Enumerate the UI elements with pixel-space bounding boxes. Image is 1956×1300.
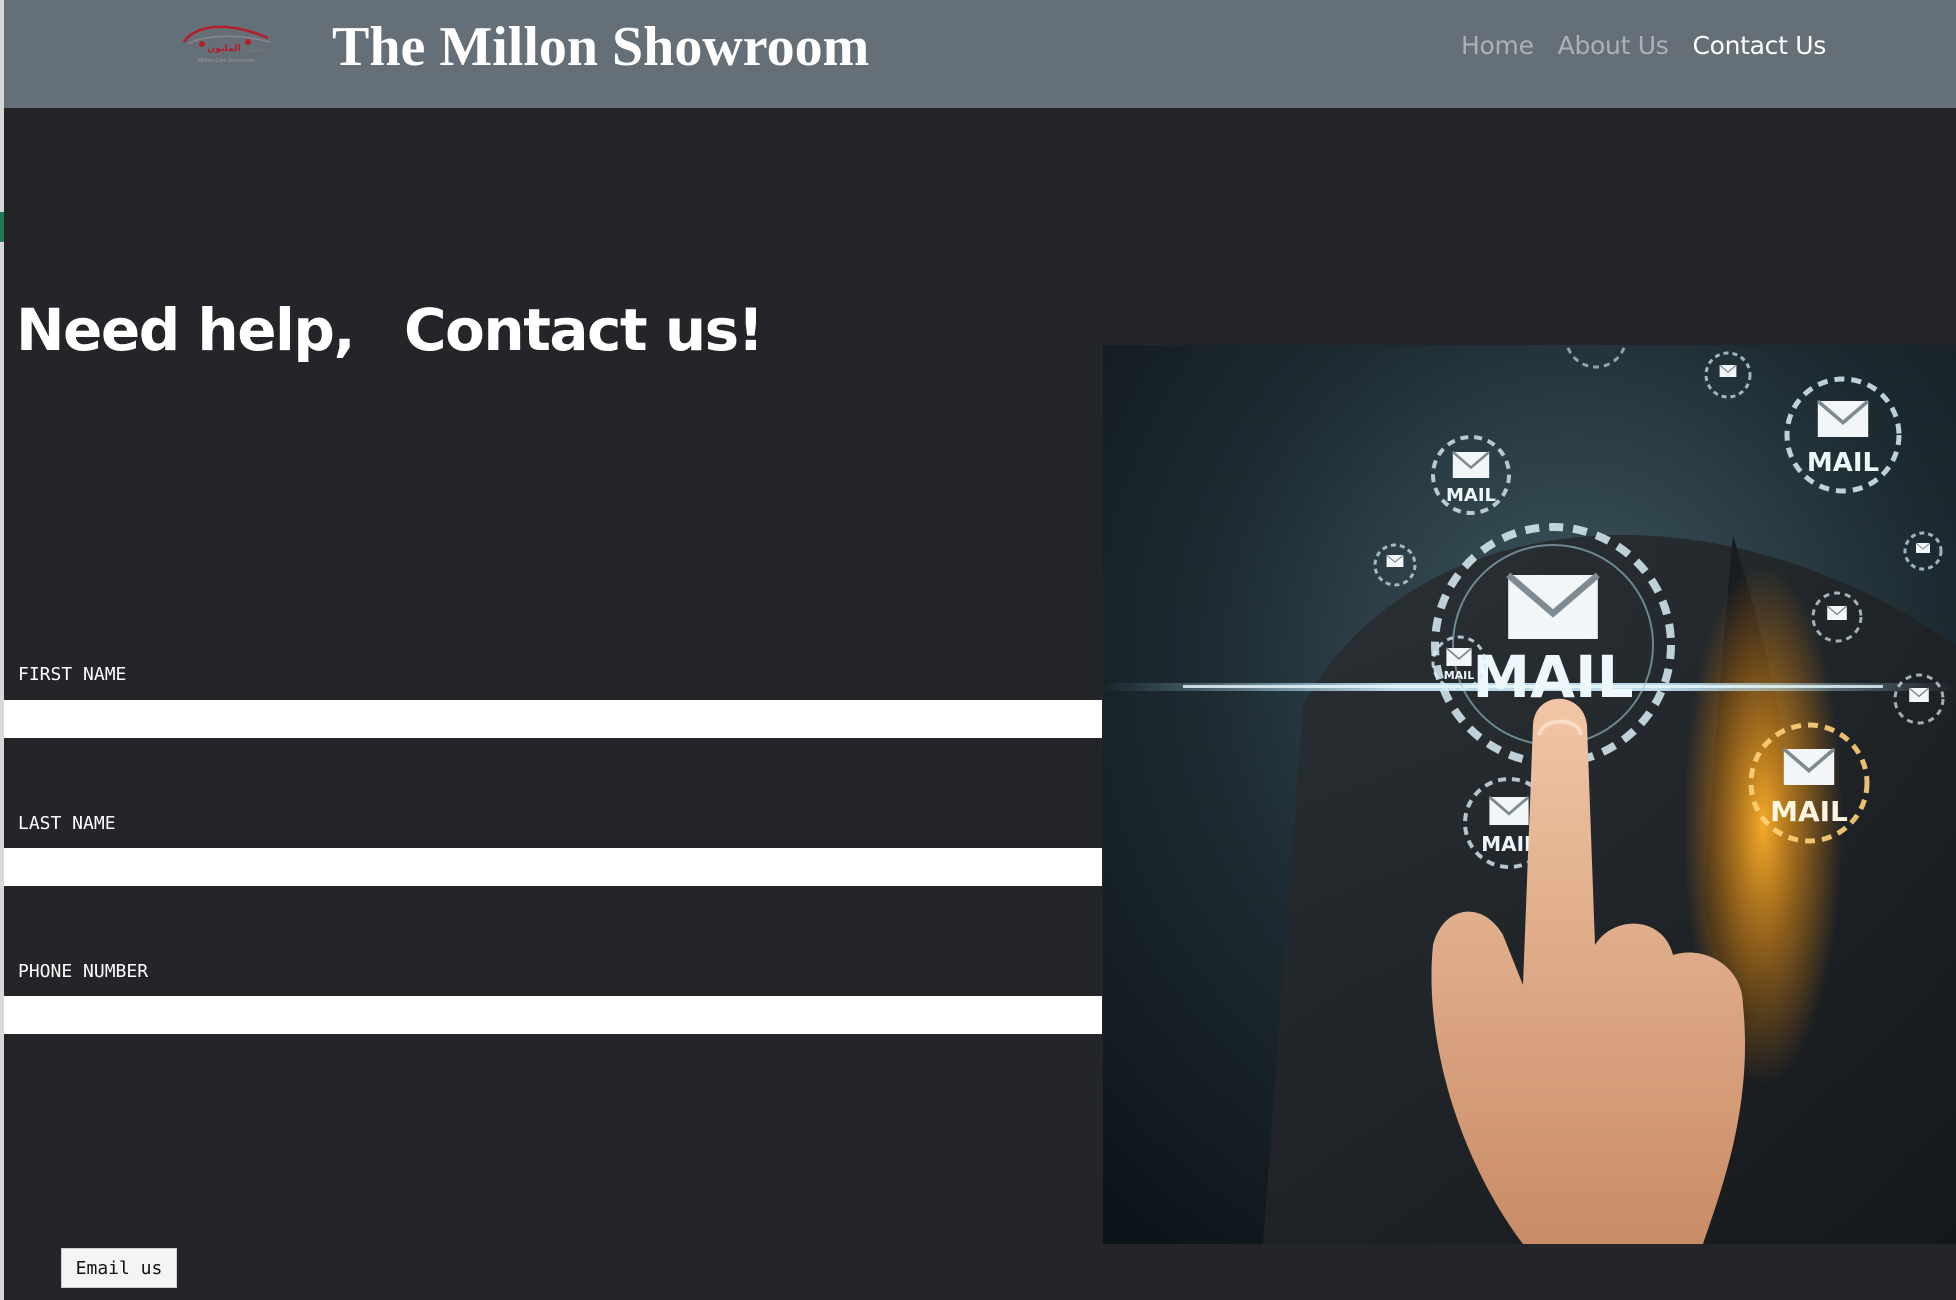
page-heading: Need help, Contact us! xyxy=(16,290,764,370)
site-title: The Millon Showroom xyxy=(332,16,870,78)
mail-touch-illustration: MAIL MAIL MAIL MAIL MAIL MAIL xyxy=(1103,345,1956,1244)
first-name-label: FIRST NAME xyxy=(18,664,127,685)
phone-number-label: PHONE NUMBER xyxy=(18,961,149,982)
main-nav: Home About Us Contact Us xyxy=(1461,26,1826,66)
phone-number-input[interactable] xyxy=(4,996,1102,1034)
first-name-input[interactable] xyxy=(4,700,1102,738)
svg-text:MAIL: MAIL xyxy=(1446,485,1496,506)
email-us-button[interactable]: Email us xyxy=(61,1248,177,1288)
window-left-edge xyxy=(0,0,4,1300)
heading-need-help: Need help, xyxy=(16,296,355,364)
window-left-edge-mark xyxy=(0,212,4,242)
heading-contact-us: Contact us! xyxy=(403,296,764,364)
last-name-input[interactable] xyxy=(4,848,1102,886)
svg-text:MAIL: MAIL xyxy=(1770,795,1848,828)
nav-about-link[interactable]: About Us xyxy=(1558,26,1669,66)
svg-text:المليون: المليون xyxy=(207,44,240,54)
nav-home-link[interactable]: Home xyxy=(1461,26,1534,66)
nav-contact-link[interactable]: Contact Us xyxy=(1692,26,1826,66)
navbar: المليون شوروم Million Cars Showroom The … xyxy=(4,0,1956,108)
contact-hero-image: MAIL MAIL MAIL MAIL MAIL MAIL xyxy=(1103,345,1956,1244)
svg-text:Million Cars Showroom: Million Cars Showroom xyxy=(198,58,255,64)
svg-text:MAIL: MAIL xyxy=(1444,669,1475,682)
last-name-label: LAST NAME xyxy=(18,813,116,834)
logo[interactable]: المليون شوروم Million Cars Showroom xyxy=(178,20,274,68)
svg-text:MAIL: MAIL xyxy=(1807,448,1879,478)
svg-text:شوروم: شوروم xyxy=(247,46,265,53)
